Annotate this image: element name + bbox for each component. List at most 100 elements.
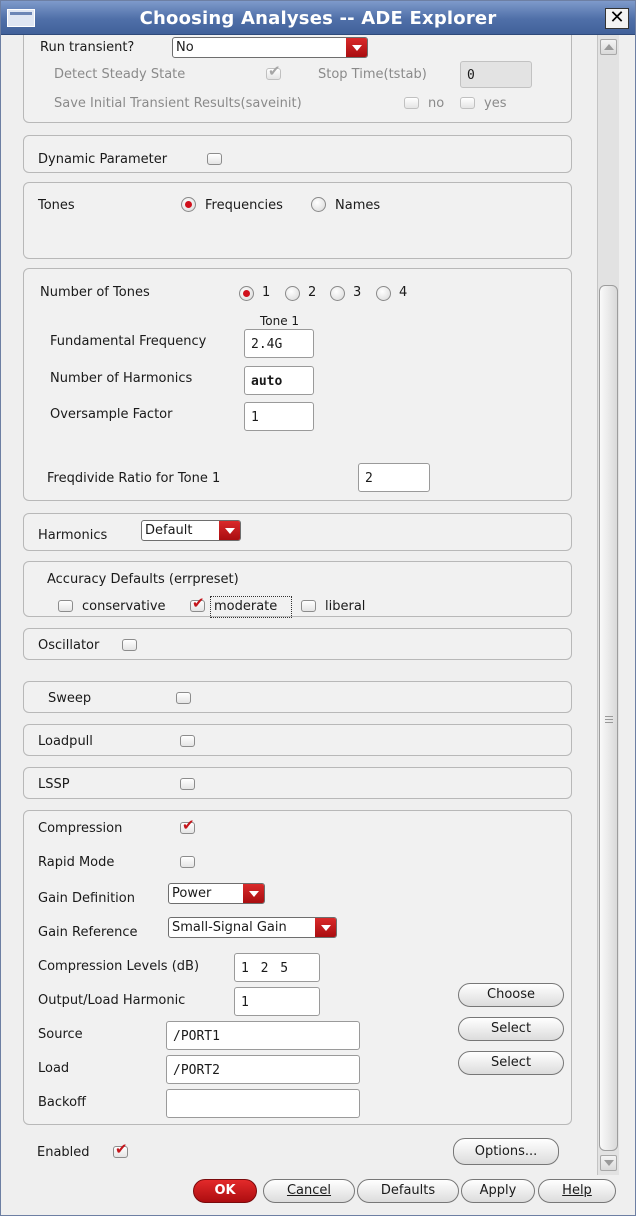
- select-source-button[interactable]: Select: [458, 1017, 564, 1041]
- load-field[interactable]: /PORT2: [166, 1055, 360, 1084]
- accuracy-conservative-checkbox[interactable]: [58, 600, 73, 612]
- save-initial-yes-label: yes: [484, 96, 507, 111]
- freqdivide-ratio-label: Freqdivide Ratio for Tone 1: [47, 471, 221, 486]
- source-field[interactable]: /PORT1: [166, 1021, 360, 1050]
- backoff-label: Backoff: [38, 1095, 87, 1110]
- scrollbar-thumb[interactable]: [599, 285, 618, 1151]
- tones-names-radio[interactable]: [311, 197, 326, 212]
- tones-count-label-3: 3: [353, 285, 362, 300]
- choose-button[interactable]: Choose: [458, 983, 564, 1007]
- tones-frequencies-radio[interactable]: [181, 197, 196, 212]
- gain-reference-combo[interactable]: Small-Signal Gain: [168, 917, 337, 938]
- tones-count-radio-4[interactable]: [376, 286, 391, 301]
- accuracy-liberal-label: liberal: [325, 599, 366, 614]
- accuracy-panel: Accuracy Defaults (errpreset) conservati…: [23, 561, 572, 618]
- options-button[interactable]: Options...: [453, 1138, 559, 1165]
- compression-label: Compression: [38, 821, 123, 836]
- tones-count-radio-1[interactable]: [239, 286, 254, 301]
- oscillator-checkbox[interactable]: [122, 639, 137, 651]
- checkmark-icon: ✔: [115, 1140, 128, 1158]
- gain-definition-combo[interactable]: Power: [168, 883, 265, 904]
- transient-panel: Run transient? No Detect Steady State ✔ …: [23, 35, 572, 123]
- compression-levels-label: Compression Levels (dB): [38, 959, 200, 974]
- compression-checkbox[interactable]: ✔: [180, 818, 195, 834]
- freqdivide-ratio-field[interactable]: 2: [358, 463, 430, 492]
- enabled-checkbox[interactable]: ✔: [113, 1142, 128, 1158]
- dialog-content: Run transient? No Detect Steady State ✔ …: [9, 35, 595, 1177]
- lssp-label: LSSP: [38, 777, 70, 792]
- number-of-harmonics-field[interactable]: auto: [244, 366, 314, 395]
- lssp-checkbox[interactable]: [180, 778, 195, 790]
- fundamental-frequency-field[interactable]: 2.4G: [244, 329, 314, 358]
- harmonics-combo[interactable]: Default: [141, 520, 241, 541]
- stop-time-label: Stop Time(tstab): [318, 67, 427, 82]
- dynamic-parameter-checkbox[interactable]: [207, 153, 222, 165]
- help-button[interactable]: Help: [538, 1179, 616, 1203]
- window-title: Choosing Analyses -- ADE Explorer: [139, 8, 497, 29]
- title-bar[interactable]: Choosing Analyses -- ADE Explorer ✕: [1, 1, 635, 35]
- chevron-down-icon[interactable]: [219, 521, 240, 540]
- tones-count-radio-2[interactable]: [285, 286, 300, 301]
- output-harmonic-field[interactable]: 1: [234, 987, 320, 1016]
- tones-count-radio-3[interactable]: [330, 286, 345, 301]
- chevron-down-icon[interactable]: [346, 38, 367, 57]
- ok-button[interactable]: OK: [193, 1179, 257, 1203]
- tones-count-label-4: 4: [399, 285, 408, 300]
- accuracy-label: Accuracy Defaults (errpreset): [47, 572, 239, 587]
- chevron-down-icon[interactable]: [315, 918, 336, 937]
- rapid-mode-checkbox[interactable]: [180, 856, 195, 868]
- tones-names-label: Names: [335, 198, 381, 213]
- load-label: Load: [38, 1061, 70, 1076]
- accuracy-liberal-checkbox[interactable]: [301, 600, 316, 612]
- tones-count-label-1: 1: [262, 285, 271, 300]
- chevron-down-icon[interactable]: [243, 884, 264, 903]
- number-of-tones-panel: Number of Tones 1 2 3 4 Tone 1 Fundament…: [23, 268, 572, 501]
- sweep-label: Sweep: [48, 691, 92, 706]
- scroll-down-icon[interactable]: [600, 1155, 617, 1171]
- vertical-scrollbar[interactable]: [597, 35, 619, 1175]
- save-initial-label: Save Initial Transient Results(saveinit): [54, 96, 302, 111]
- dynamic-parameter-label: Dynamic Parameter: [38, 152, 168, 167]
- harmonics-label: Harmonics: [38, 528, 108, 543]
- tones-label: Tones: [38, 198, 75, 213]
- close-button[interactable]: ✕: [605, 8, 629, 29]
- scroll-up-icon[interactable]: [600, 39, 617, 55]
- source-label: Source: [38, 1027, 83, 1042]
- save-initial-yes-checkbox[interactable]: [460, 97, 475, 109]
- accuracy-moderate-checkbox[interactable]: ✔: [190, 596, 205, 612]
- detect-steady-label: Detect Steady State: [54, 67, 186, 82]
- dynamic-parameter-panel: Dynamic Parameter: [23, 135, 572, 173]
- stop-time-field[interactable]: 0: [460, 61, 532, 88]
- accuracy-moderate-label: moderate: [214, 599, 278, 614]
- sweep-checkbox[interactable]: [176, 692, 191, 704]
- detect-steady-checkbox[interactable]: ✔: [266, 64, 281, 80]
- select-load-button[interactable]: Select: [458, 1051, 564, 1075]
- apply-button[interactable]: Apply: [461, 1179, 535, 1203]
- oversample-factor-label: Oversample Factor: [50, 407, 173, 422]
- tone-column-header: Tone 1: [260, 314, 300, 328]
- cancel-button[interactable]: Cancel: [263, 1179, 355, 1203]
- run-transient-combo[interactable]: No: [172, 37, 368, 58]
- output-harmonic-label: Output/Load Harmonic: [38, 993, 186, 1008]
- tones-panel: Tones Frequencies Names: [23, 182, 572, 259]
- compression-levels-field[interactable]: 1 2 5: [234, 953, 320, 982]
- number-of-tones-label: Number of Tones: [40, 285, 150, 300]
- rapid-mode-label: Rapid Mode: [38, 855, 115, 870]
- help-button-label: Help: [562, 1183, 592, 1198]
- sweep-panel: Sweep: [23, 681, 572, 713]
- gain-reference-label: Gain Reference: [38, 925, 138, 940]
- oversample-factor-field[interactable]: 1: [244, 402, 314, 431]
- oscillator-label: Oscillator: [38, 638, 100, 653]
- defaults-button[interactable]: Defaults: [357, 1179, 459, 1203]
- checkmark-icon: ✔: [192, 594, 205, 612]
- harmonics-panel: Harmonics Default: [23, 513, 572, 551]
- loadpull-checkbox[interactable]: [180, 735, 195, 747]
- compression-panel: Compression ✔ Rapid Mode Gain Definition…: [23, 810, 572, 1125]
- checkmark-icon: ✔: [182, 816, 195, 834]
- lssp-panel: LSSP: [23, 767, 572, 799]
- loadpull-panel: Loadpull: [23, 724, 572, 756]
- save-initial-no-label: no: [428, 96, 445, 111]
- backoff-field[interactable]: [166, 1089, 360, 1118]
- save-initial-no-checkbox[interactable]: [404, 97, 419, 109]
- fundamental-frequency-label: Fundamental Frequency: [50, 334, 207, 349]
